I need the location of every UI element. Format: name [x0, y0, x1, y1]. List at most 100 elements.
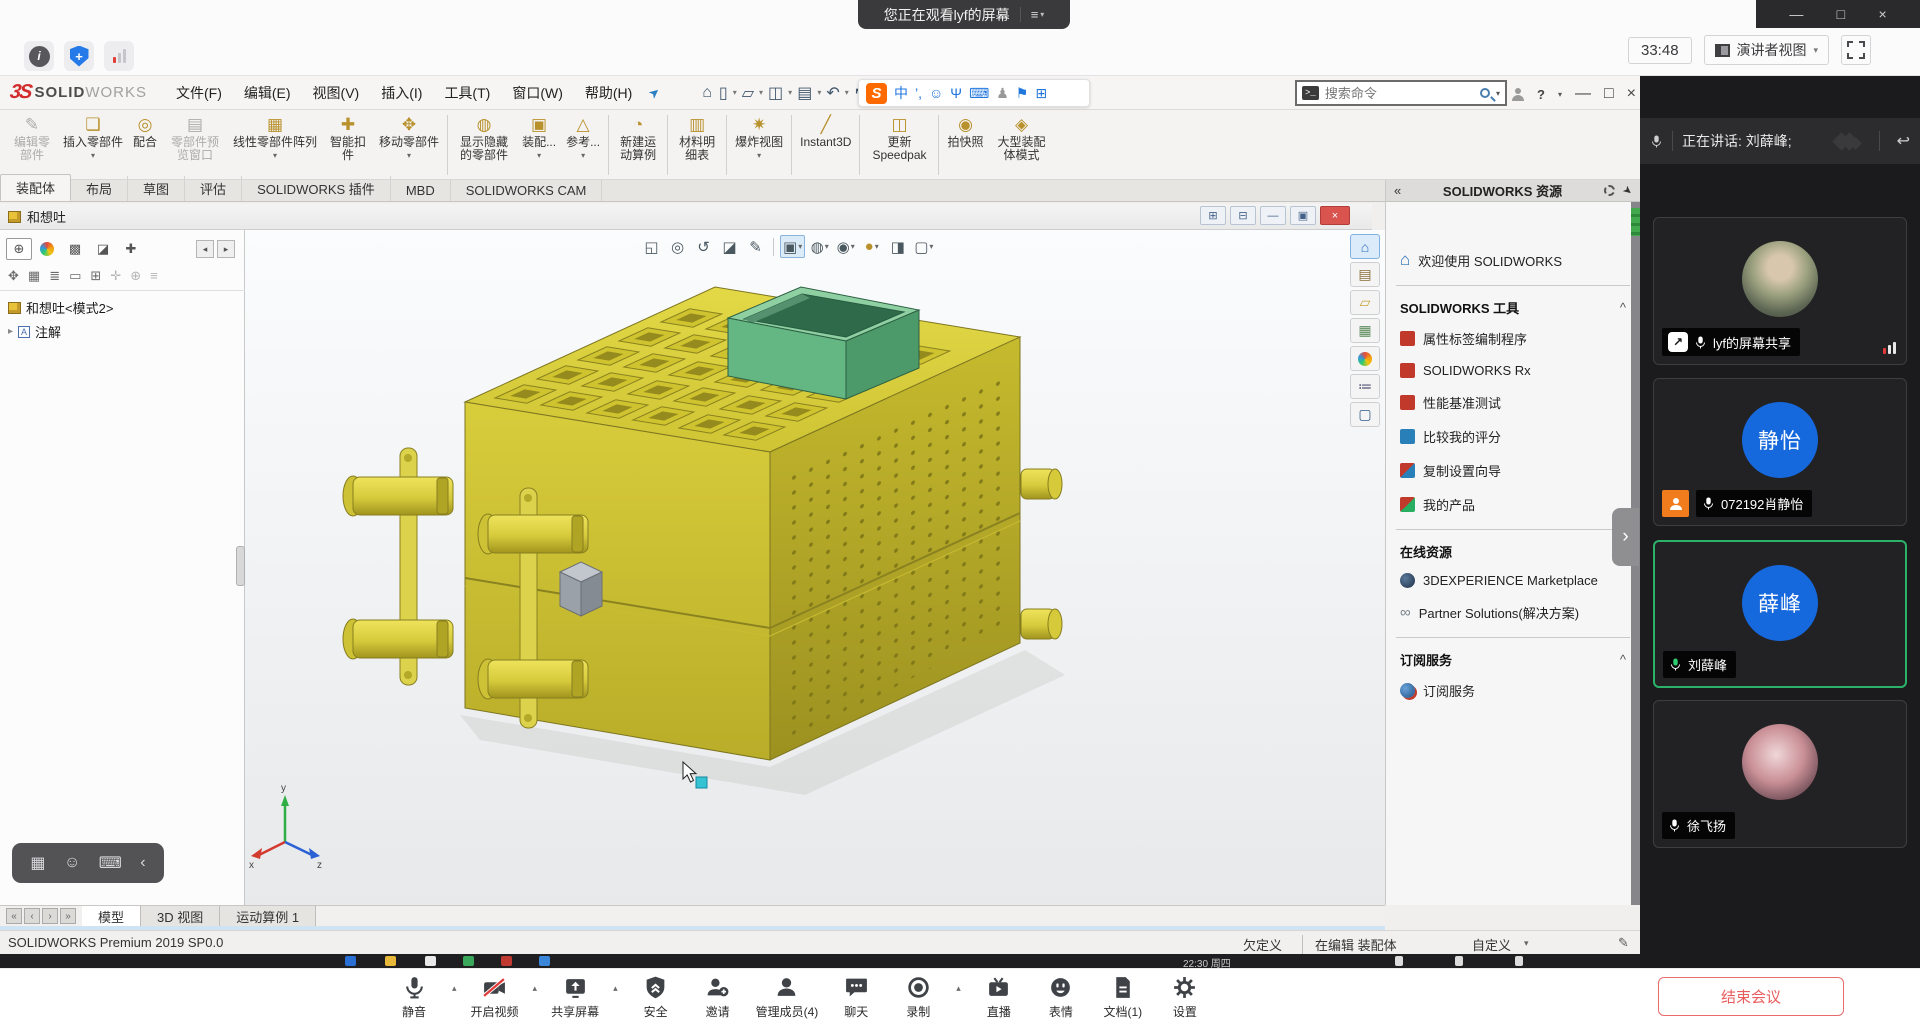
tab-appearances[interactable] [1350, 346, 1380, 371]
keyboard-icon[interactable]: ⌨ [99, 853, 122, 873]
collapse-section-icon[interactable]: ^ [1620, 652, 1626, 667]
maximize-button[interactable]: □ [1837, 6, 1845, 22]
taskbar-app-icon[interactable] [501, 956, 512, 966]
network-status-button[interactable] [104, 41, 134, 71]
tab-forum[interactable]: ▢ [1350, 402, 1380, 427]
edit-pencil-icon[interactable]: ✎ [1618, 935, 1629, 951]
cmd-exploded-view[interactable]: ✷爆炸视图▾ [730, 113, 788, 162]
nav-next[interactable]: › [42, 908, 58, 924]
cmd-edit-component[interactable]: ✎编辑零部件 [6, 113, 58, 164]
ime-account-icon[interactable]: ♟ [996, 85, 1009, 102]
record-button[interactable]: 录制 [894, 975, 942, 1020]
tab-motion-study[interactable]: 运动算例 1 [220, 906, 316, 926]
nav-prev[interactable]: ‹ [24, 908, 40, 924]
participant-tile-lyf[interactable]: ↗ lyf的屏幕共享 [1653, 217, 1907, 365]
zoom-fit-icon[interactable]: ◱ [640, 235, 663, 258]
command-search-box[interactable]: >_ ▾ [1295, 80, 1507, 106]
view-mode-button[interactable]: 演讲者视图 ▾ [1704, 35, 1830, 65]
cmd-smart-fasteners[interactable]: ✚智能扣件 [322, 113, 374, 164]
previous-view-icon[interactable]: ↺ [692, 235, 715, 258]
mic-options-caret[interactable]: ▴ [452, 983, 457, 994]
fm-tool-6[interactable]: ✛ [110, 268, 121, 284]
tray-icon[interactable] [1395, 956, 1403, 966]
customize-caret[interactable]: ▾ [1524, 938, 1529, 949]
section-view-icon[interactable]: ◪ [718, 235, 741, 258]
share-options-caret[interactable]: ▴ [613, 983, 618, 994]
minimize-button[interactable]: — [1789, 6, 1803, 22]
item-compare-score[interactable]: 比较我的评分 [1400, 427, 1640, 446]
panel-splitter-handle[interactable] [236, 546, 245, 586]
security-button[interactable]: 安全 [632, 975, 680, 1020]
banner-menu-icon[interactable]: ≡▾ [1020, 7, 1045, 22]
annotation-view-icon[interactable]: ✎ [744, 235, 767, 258]
menu-edit[interactable]: 编辑(E) [233, 77, 302, 109]
menu-view[interactable]: 视图(V) [302, 77, 371, 109]
taskbar-app-icon[interactable] [385, 956, 396, 966]
menu-file[interactable]: 文件(F) [165, 77, 233, 109]
open-icon[interactable]: ▱ [740, 83, 756, 103]
cmd-show-hidden[interactable]: ◍显示隐藏的零部件 [451, 113, 517, 164]
mute-button[interactable]: 静音 [390, 975, 438, 1020]
home-icon[interactable]: ⌂ [700, 84, 714, 102]
cmd-take-snapshot[interactable]: ◉拍快照 [942, 113, 988, 151]
zoom-area-icon[interactable]: ◎ [666, 235, 689, 258]
menu-window[interactable]: 窗口(W) [501, 77, 574, 109]
cmd-insert-component[interactable]: ❏插入零部件▾ [58, 113, 128, 162]
tab-feature-tree[interactable]: ⊕ [6, 238, 32, 260]
help-caret[interactable]: ▾ [1558, 90, 1562, 99]
graphics-viewport[interactable]: x y z ◱ ◎ ↺ ◪ ✎ ▣▾ ◍▾ ◉▾ ●▾ ◨ [245, 230, 1385, 905]
manage-members-button[interactable]: 管理成员(4) [756, 975, 819, 1020]
caret[interactable]: ▾ [817, 88, 821, 97]
documents-button[interactable]: 文档(1) [1099, 975, 1147, 1020]
doc-btn-1[interactable]: ⊞ [1200, 206, 1226, 225]
sogou-logo-icon[interactable]: S [866, 83, 887, 104]
view-orientation-icon[interactable]: ▣▾ [780, 235, 805, 258]
login-icon[interactable] [1512, 88, 1524, 101]
menu-insert[interactable]: 插入(I) [370, 77, 433, 109]
participant-tile-xufeiyang[interactable]: 徐飞扬 [1653, 700, 1907, 848]
app-close[interactable]: × [1627, 85, 1636, 103]
participant-tile-liuxuefeng[interactable]: 薛峰 刘薛峰 [1653, 540, 1907, 688]
item-3dexperience-marketplace[interactable]: 3DEXPERIENCE Marketplace [1400, 573, 1640, 588]
3d-model-assembly[interactable]: x y z [245, 230, 1385, 905]
cmd-move-component[interactable]: ✥移动零部件▾ [374, 113, 444, 162]
ime-skin-icon[interactable]: ⚑ [1016, 85, 1029, 102]
grid-icon[interactable]: ▦ [30, 853, 45, 873]
save-icon[interactable]: ◫ [766, 83, 785, 103]
fm-tool-7[interactable]: ⊕ [130, 268, 141, 284]
tab-display-manager[interactable] [34, 238, 60, 260]
cmd-assembly-features[interactable]: ▣装配...▾ [517, 113, 561, 162]
tab-addins[interactable]: SOLIDWORKS 插件 [242, 176, 391, 201]
ime-toolbox-icon[interactable]: ⊞ [1035, 85, 1047, 102]
ime-keyboard-icon[interactable]: ⌨ [969, 85, 989, 102]
caret[interactable]: ▾ [845, 88, 849, 97]
fm-tool-4[interactable]: ▭ [69, 268, 81, 284]
tab-dimxpert[interactable]: ◪ [90, 238, 116, 260]
item-my-products[interactable]: 我的产品 [1400, 495, 1640, 514]
tab-sw-resources[interactable]: ⌂ [1350, 234, 1380, 259]
item-property-tab-builder[interactable]: 属性标签编制程序 [1400, 329, 1640, 348]
edit-appearance-icon[interactable]: ●▾ [860, 235, 883, 258]
close-button[interactable]: × [1878, 6, 1886, 22]
item-partner-solutions[interactable]: ∞Partner Solutions(解决方案) [1400, 603, 1640, 622]
tab-3d-views[interactable]: 3D 视图 [141, 906, 220, 926]
cmd-update-speedpak[interactable]: ◫更新Speedpak [863, 113, 935, 164]
collapse-icon[interactable]: « [1394, 183, 1401, 198]
caret[interactable]: ▾ [788, 88, 792, 97]
new-doc-icon[interactable]: ▯ [717, 83, 730, 103]
tray-icon[interactable] [1515, 956, 1523, 966]
record-options-caret[interactable]: ▴ [956, 983, 961, 994]
item-copy-settings-wizard[interactable]: 复制设置向导 [1400, 461, 1640, 480]
pin-menubar-icon[interactable]: ➤ [645, 83, 664, 102]
ime-chinese-icon[interactable]: 中 [894, 83, 908, 103]
cmd-linear-pattern[interactable]: ▦线性零部件阵列▾ [228, 113, 322, 162]
item-subscription-services[interactable]: 订阅服务 [1400, 681, 1640, 700]
start-video-button[interactable]: 开启视频 [471, 975, 519, 1020]
cmd-mate[interactable]: ◎配合 [128, 113, 162, 151]
undo-icon[interactable]: ↶ [824, 83, 841, 103]
fm-tool-3[interactable]: ≣ [49, 268, 60, 284]
tab-custom-properties[interactable]: ≔ [1350, 374, 1380, 399]
scrollbar-thumb[interactable] [1631, 208, 1640, 236]
emoji-icon[interactable]: ☺ [64, 854, 80, 872]
customize-menu[interactable]: 自定义 [1472, 935, 1511, 954]
